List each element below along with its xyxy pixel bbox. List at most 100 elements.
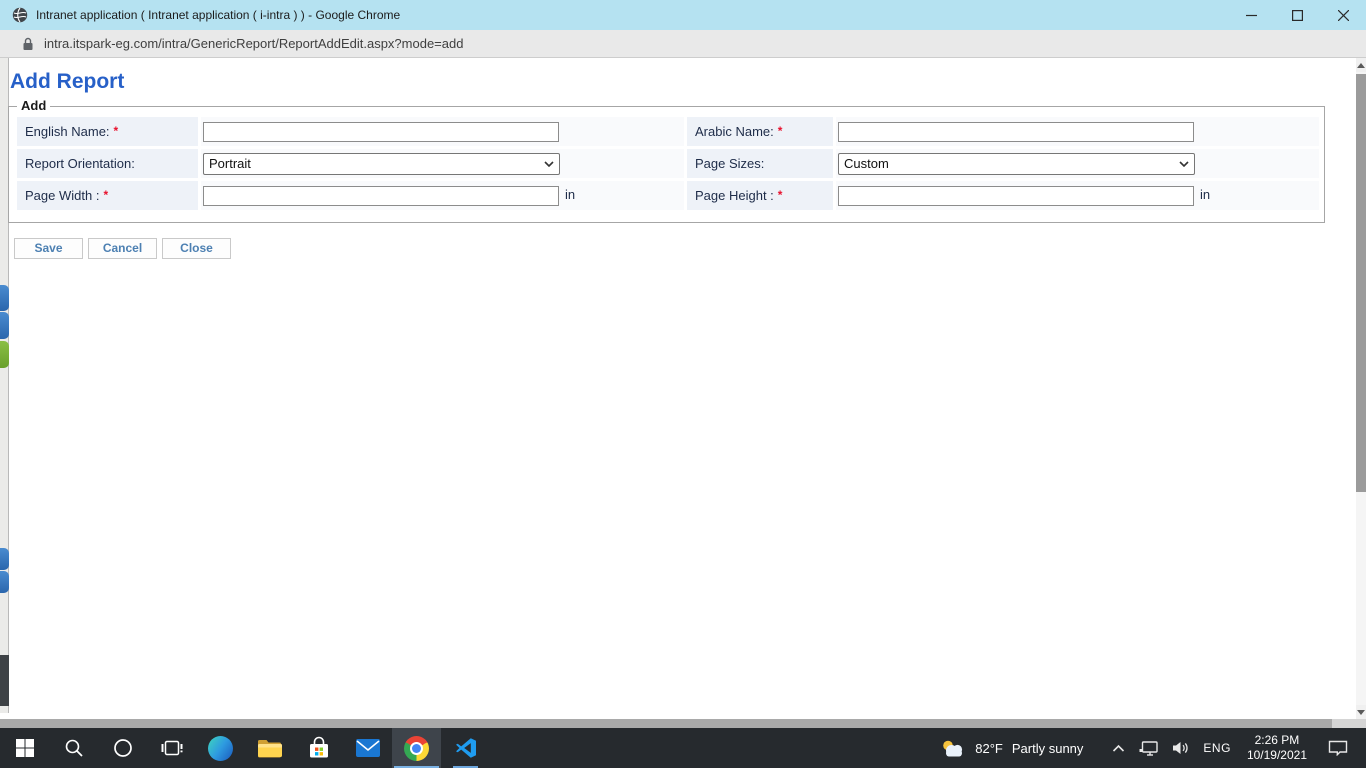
page-width-input[interactable]	[203, 186, 559, 206]
english-name-label: English Name:	[25, 124, 110, 139]
mail-icon	[355, 738, 381, 758]
close-window-button[interactable]	[1320, 0, 1366, 30]
arabic-name-label-cell: Arabic Name:*	[687, 117, 833, 146]
microsoft-store-icon	[307, 736, 331, 760]
save-button[interactable]: Save	[14, 238, 83, 259]
form-row-dimensions: Page Width :* in Page Height :* in	[17, 181, 1319, 210]
horizontal-scroll-thumb[interactable]	[0, 719, 1332, 728]
action-center-button[interactable]	[1316, 728, 1360, 768]
file-explorer-icon	[257, 737, 283, 759]
side-tab-stub[interactable]	[0, 285, 9, 311]
edge-icon	[208, 736, 233, 761]
report-orientation-label: Report Orientation:	[25, 156, 135, 171]
volume-tray-button[interactable]	[1165, 728, 1196, 768]
action-center-icon	[1328, 740, 1348, 756]
vertical-scroll-thumb[interactable]	[1356, 74, 1366, 492]
side-tab-stub[interactable]	[0, 312, 9, 339]
required-mark: *	[114, 124, 119, 138]
windows-start-icon	[15, 738, 35, 758]
speaker-icon	[1172, 741, 1189, 755]
taskbar-search-button[interactable]	[49, 728, 98, 768]
form-row-selects: Report Orientation: Portrait Page Sizes:	[17, 149, 1319, 178]
page-width-unit: in	[565, 187, 575, 202]
weather-widget[interactable]: 82°F Partly sunny	[939, 739, 1083, 758]
search-icon	[64, 738, 84, 758]
report-orientation-label-cell: Report Orientation:	[17, 149, 198, 178]
network-tray-button[interactable]	[1132, 728, 1165, 768]
page-height-label: Page Height :	[695, 188, 774, 203]
side-tab-stub[interactable]	[0, 655, 9, 706]
language-indicator[interactable]: ENG	[1196, 728, 1238, 768]
file-explorer-button[interactable]	[245, 728, 294, 768]
horizontal-scrollbar[interactable]	[0, 719, 1366, 728]
add-form-table: English Name:* Arabic Name:* Report Orie…	[14, 114, 1322, 213]
window-titlebar: Intranet application ( Intranet applicat…	[0, 0, 1366, 30]
taskbar-apps	[0, 728, 490, 768]
minimize-icon	[1246, 10, 1257, 21]
task-view-icon	[161, 739, 183, 757]
side-tab-stub[interactable]	[0, 341, 9, 368]
report-orientation-value: Portrait	[209, 156, 544, 171]
arabic-name-field-cell	[836, 117, 1319, 146]
clock-date: 10/19/2021	[1247, 748, 1307, 763]
microsoft-store-button[interactable]	[294, 728, 343, 768]
mail-button[interactable]	[343, 728, 392, 768]
cortana-button[interactable]	[98, 728, 147, 768]
report-orientation-field-cell: Portrait	[201, 149, 684, 178]
page-height-field-cell: in	[836, 181, 1319, 210]
network-icon	[1139, 741, 1158, 756]
scroll-down-button[interactable]	[1356, 705, 1366, 719]
weather-temperature: 82°F	[975, 741, 1003, 756]
taskbar-tray: 82°F Partly sunny	[939, 728, 1366, 768]
maximize-button[interactable]	[1274, 0, 1320, 30]
clock-time: 2:26 PM	[1255, 733, 1300, 748]
window-controls	[1228, 0, 1366, 30]
scroll-up-icon	[1357, 63, 1365, 68]
lock-icon[interactable]	[22, 37, 34, 51]
desktop: Intranet application ( Intranet applicat…	[0, 0, 1366, 768]
page-sizes-label-cell: Page Sizes:	[687, 149, 833, 178]
page-width-label: Page Width :	[25, 188, 99, 203]
vscode-button[interactable]	[441, 728, 490, 768]
maximize-icon	[1292, 10, 1303, 21]
weather-condition: Partly sunny	[1012, 741, 1084, 756]
english-name-input[interactable]	[203, 122, 559, 142]
side-tab-stub[interactable]	[0, 548, 9, 570]
tray-overflow-button[interactable]	[1105, 728, 1132, 768]
page-height-input[interactable]	[838, 186, 1194, 206]
visual-studio-code-icon	[454, 736, 478, 760]
address-bar[interactable]: intra.itspark-eg.com/intra/GenericReport…	[0, 30, 1366, 58]
edge-button[interactable]	[196, 728, 245, 768]
cortana-icon	[113, 738, 133, 758]
add-fieldset: Add English Name:* Arabic Name:*	[8, 106, 1325, 223]
page-sizes-field-cell: Custom	[836, 149, 1319, 178]
page-sizes-label: Page Sizes:	[695, 156, 764, 171]
english-name-field-cell	[201, 117, 684, 146]
chevron-down-icon	[544, 161, 554, 167]
english-name-label-cell: English Name: *	[17, 117, 198, 146]
arabic-name-label: Arabic Name:	[695, 124, 774, 139]
page-sizes-value: Custom	[844, 156, 1179, 171]
report-orientation-select[interactable]: Portrait	[203, 153, 560, 175]
chevron-up-icon	[1112, 744, 1125, 753]
page-title: Add Report	[10, 70, 124, 94]
minimize-button[interactable]	[1228, 0, 1274, 30]
required-mark: *	[778, 188, 783, 202]
cancel-button[interactable]: Cancel	[88, 238, 157, 259]
page-height-unit: in	[1200, 187, 1210, 202]
task-view-button[interactable]	[147, 728, 196, 768]
side-tab-stub[interactable]	[0, 571, 9, 593]
vertical-scrollbar[interactable]	[1356, 58, 1366, 719]
close-button[interactable]: Close	[162, 238, 231, 259]
form-actions: Save Cancel Close	[14, 238, 231, 259]
arabic-name-input[interactable]	[838, 122, 1194, 142]
taskbar: 82°F Partly sunny	[0, 728, 1366, 768]
scroll-down-icon	[1357, 710, 1365, 715]
start-button[interactable]	[0, 728, 49, 768]
globe-favicon-icon	[12, 7, 28, 23]
chrome-taskbar-button[interactable]	[392, 728, 441, 768]
scroll-up-button[interactable]	[1356, 58, 1366, 72]
page-sizes-select[interactable]: Custom	[838, 153, 1195, 175]
taskbar-clock[interactable]: 2:26 PM 10/19/2021	[1238, 733, 1316, 763]
url-text: intra.itspark-eg.com/intra/GenericReport…	[44, 36, 463, 51]
